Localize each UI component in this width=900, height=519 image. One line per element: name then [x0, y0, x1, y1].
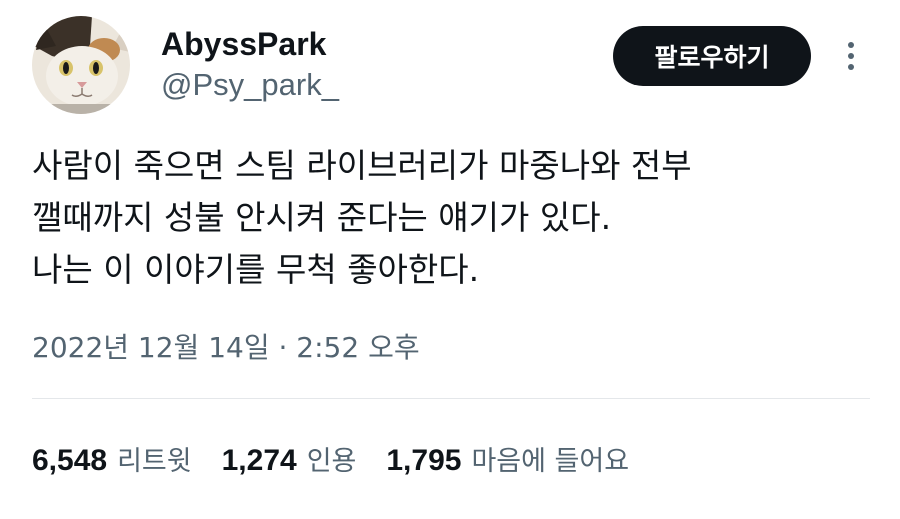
likes-stat[interactable]: 1,795 마음에 들어요 [386, 439, 629, 478]
tweet-text-line: 사람이 죽으면 스팀 라이브러리가 마중나와 전부 [32, 146, 692, 185]
quotes-count: 1,274 [221, 443, 297, 477]
divider [32, 398, 870, 399]
avatar[interactable] [32, 16, 130, 114]
more-vertical-icon [848, 42, 854, 70]
tweet-text-line: 나는 이 이야기를 무척 좋아한다. [32, 250, 480, 289]
retweets-count: 6,548 [32, 443, 108, 477]
follow-button[interactable]: 팔로우하기 [613, 26, 811, 86]
quotes-label: 인용 [306, 445, 357, 477]
retweets-stat[interactable]: 6,548 리트윗 [32, 439, 192, 478]
cat-avatar-icon [32, 16, 130, 114]
likes-label: 마음에 들어요 [471, 445, 630, 477]
retweets-label: 리트윗 [117, 445, 192, 477]
engagement-stats: 6,548 리트윗 1,274 인용 1,795 마음에 들어요 [32, 434, 659, 482]
user-handle[interactable]: @Psy_park_ [161, 66, 339, 104]
tweet-text-line: 깰때까지 성불 안시켜 준다는 얘기가 있다. [32, 198, 612, 237]
likes-count: 1,795 [386, 443, 462, 477]
tweet-timestamp[interactable]: 2022년 12월 14일 · 2:52 오후 [32, 328, 420, 368]
tweet-card: AbyssPark @Psy_park_ 팔로우하기 사람이 죽으면 스팀 라이… [0, 0, 900, 519]
more-button[interactable] [836, 36, 866, 76]
display-name[interactable]: AbyssPark [161, 24, 326, 64]
quotes-stat[interactable]: 1,274 인용 [222, 439, 357, 478]
tweet-text: 사람이 죽으면 스팀 라이브러리가 마중나와 전부 깰때까지 성불 안시켜 준다… [32, 140, 872, 296]
